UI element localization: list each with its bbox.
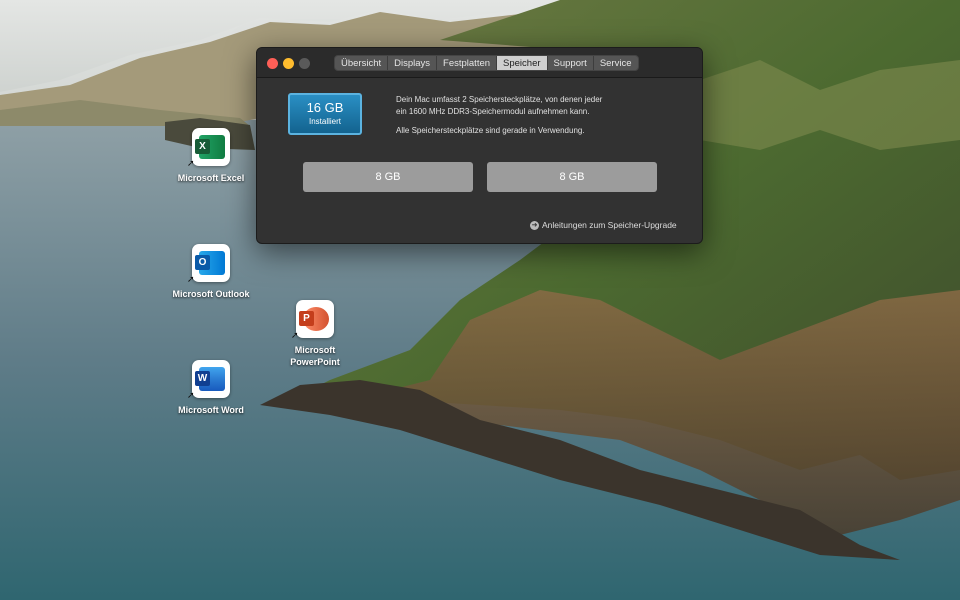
tab-uebersicht[interactable]: Übersicht: [335, 56, 389, 70]
description-line: ein 1600 MHz DDR3-Speichermodul aufnehme…: [396, 107, 590, 116]
tab-speicher[interactable]: Speicher: [497, 56, 548, 70]
icon-label: Microsoft Outlook: [172, 289, 250, 299]
upgrade-link-label: Anleitungen zum Speicher-Upgrade: [542, 220, 677, 230]
minimize-button[interactable]: [283, 58, 294, 69]
alias-arrow-icon: ➚: [187, 158, 195, 168]
excel-icon: X ➚: [187, 128, 230, 168]
close-button[interactable]: [267, 58, 278, 69]
memory-slot-1: 8 GB: [303, 162, 473, 192]
memory-status: Installiert: [308, 117, 341, 126]
icon-label: Microsoft Excel: [177, 173, 245, 183]
memory-total: 16 GB: [306, 100, 344, 115]
desktop-icon-excel[interactable]: X ➚ Microsoft Excel: [166, 128, 256, 184]
memory-slot-2: 8 GB: [487, 162, 657, 192]
desktop-icon-powerpoint[interactable]: P ➚ Microsoft PowerPoint: [270, 300, 360, 368]
icon-label: Microsoft Word: [178, 405, 244, 415]
word-icon: W ➚: [187, 360, 230, 400]
outlook-icon: O ➚: [187, 244, 230, 284]
tab-support[interactable]: Support: [548, 56, 594, 70]
usage-note: Alle Speichersteckplätze sind gerade in …: [396, 126, 585, 135]
about-this-mac-window: Übersicht Displays Festplatten Speicher …: [256, 47, 703, 244]
desktop-icon-outlook[interactable]: O ➚ Microsoft Outlook: [166, 244, 256, 300]
memory-description: Dein Mac umfasst 2 Speichersteckplätze, …: [396, 94, 656, 137]
tab-displays[interactable]: Displays: [388, 56, 438, 70]
description-line: Dein Mac umfasst 2 Speichersteckplätze, …: [396, 95, 603, 104]
alias-arrow-icon: ➚: [291, 330, 299, 340]
tab-service[interactable]: Service: [594, 56, 638, 70]
desktop-icon-word[interactable]: W ➚ Microsoft Word: [166, 360, 256, 416]
arrow-right-circle-icon: ➜: [530, 220, 539, 230]
title-bar[interactable]: Übersicht Displays Festplatten Speicher …: [257, 48, 702, 78]
alias-arrow-icon: ➚: [187, 274, 195, 284]
memory-upgrade-link[interactable]: ➜ Anleitungen zum Speicher-Upgrade: [530, 220, 677, 230]
alias-arrow-icon: ➚: [187, 390, 195, 400]
zoom-button: [299, 58, 310, 69]
icon-label: Microsoft PowerPoint: [290, 345, 340, 367]
tab-festplatten[interactable]: Festplatten: [437, 56, 498, 70]
powerpoint-icon: P ➚: [291, 300, 334, 340]
tab-bar: Übersicht Displays Festplatten Speicher …: [334, 55, 639, 71]
memory-total-badge: 16 GB Installiert: [288, 93, 362, 135]
